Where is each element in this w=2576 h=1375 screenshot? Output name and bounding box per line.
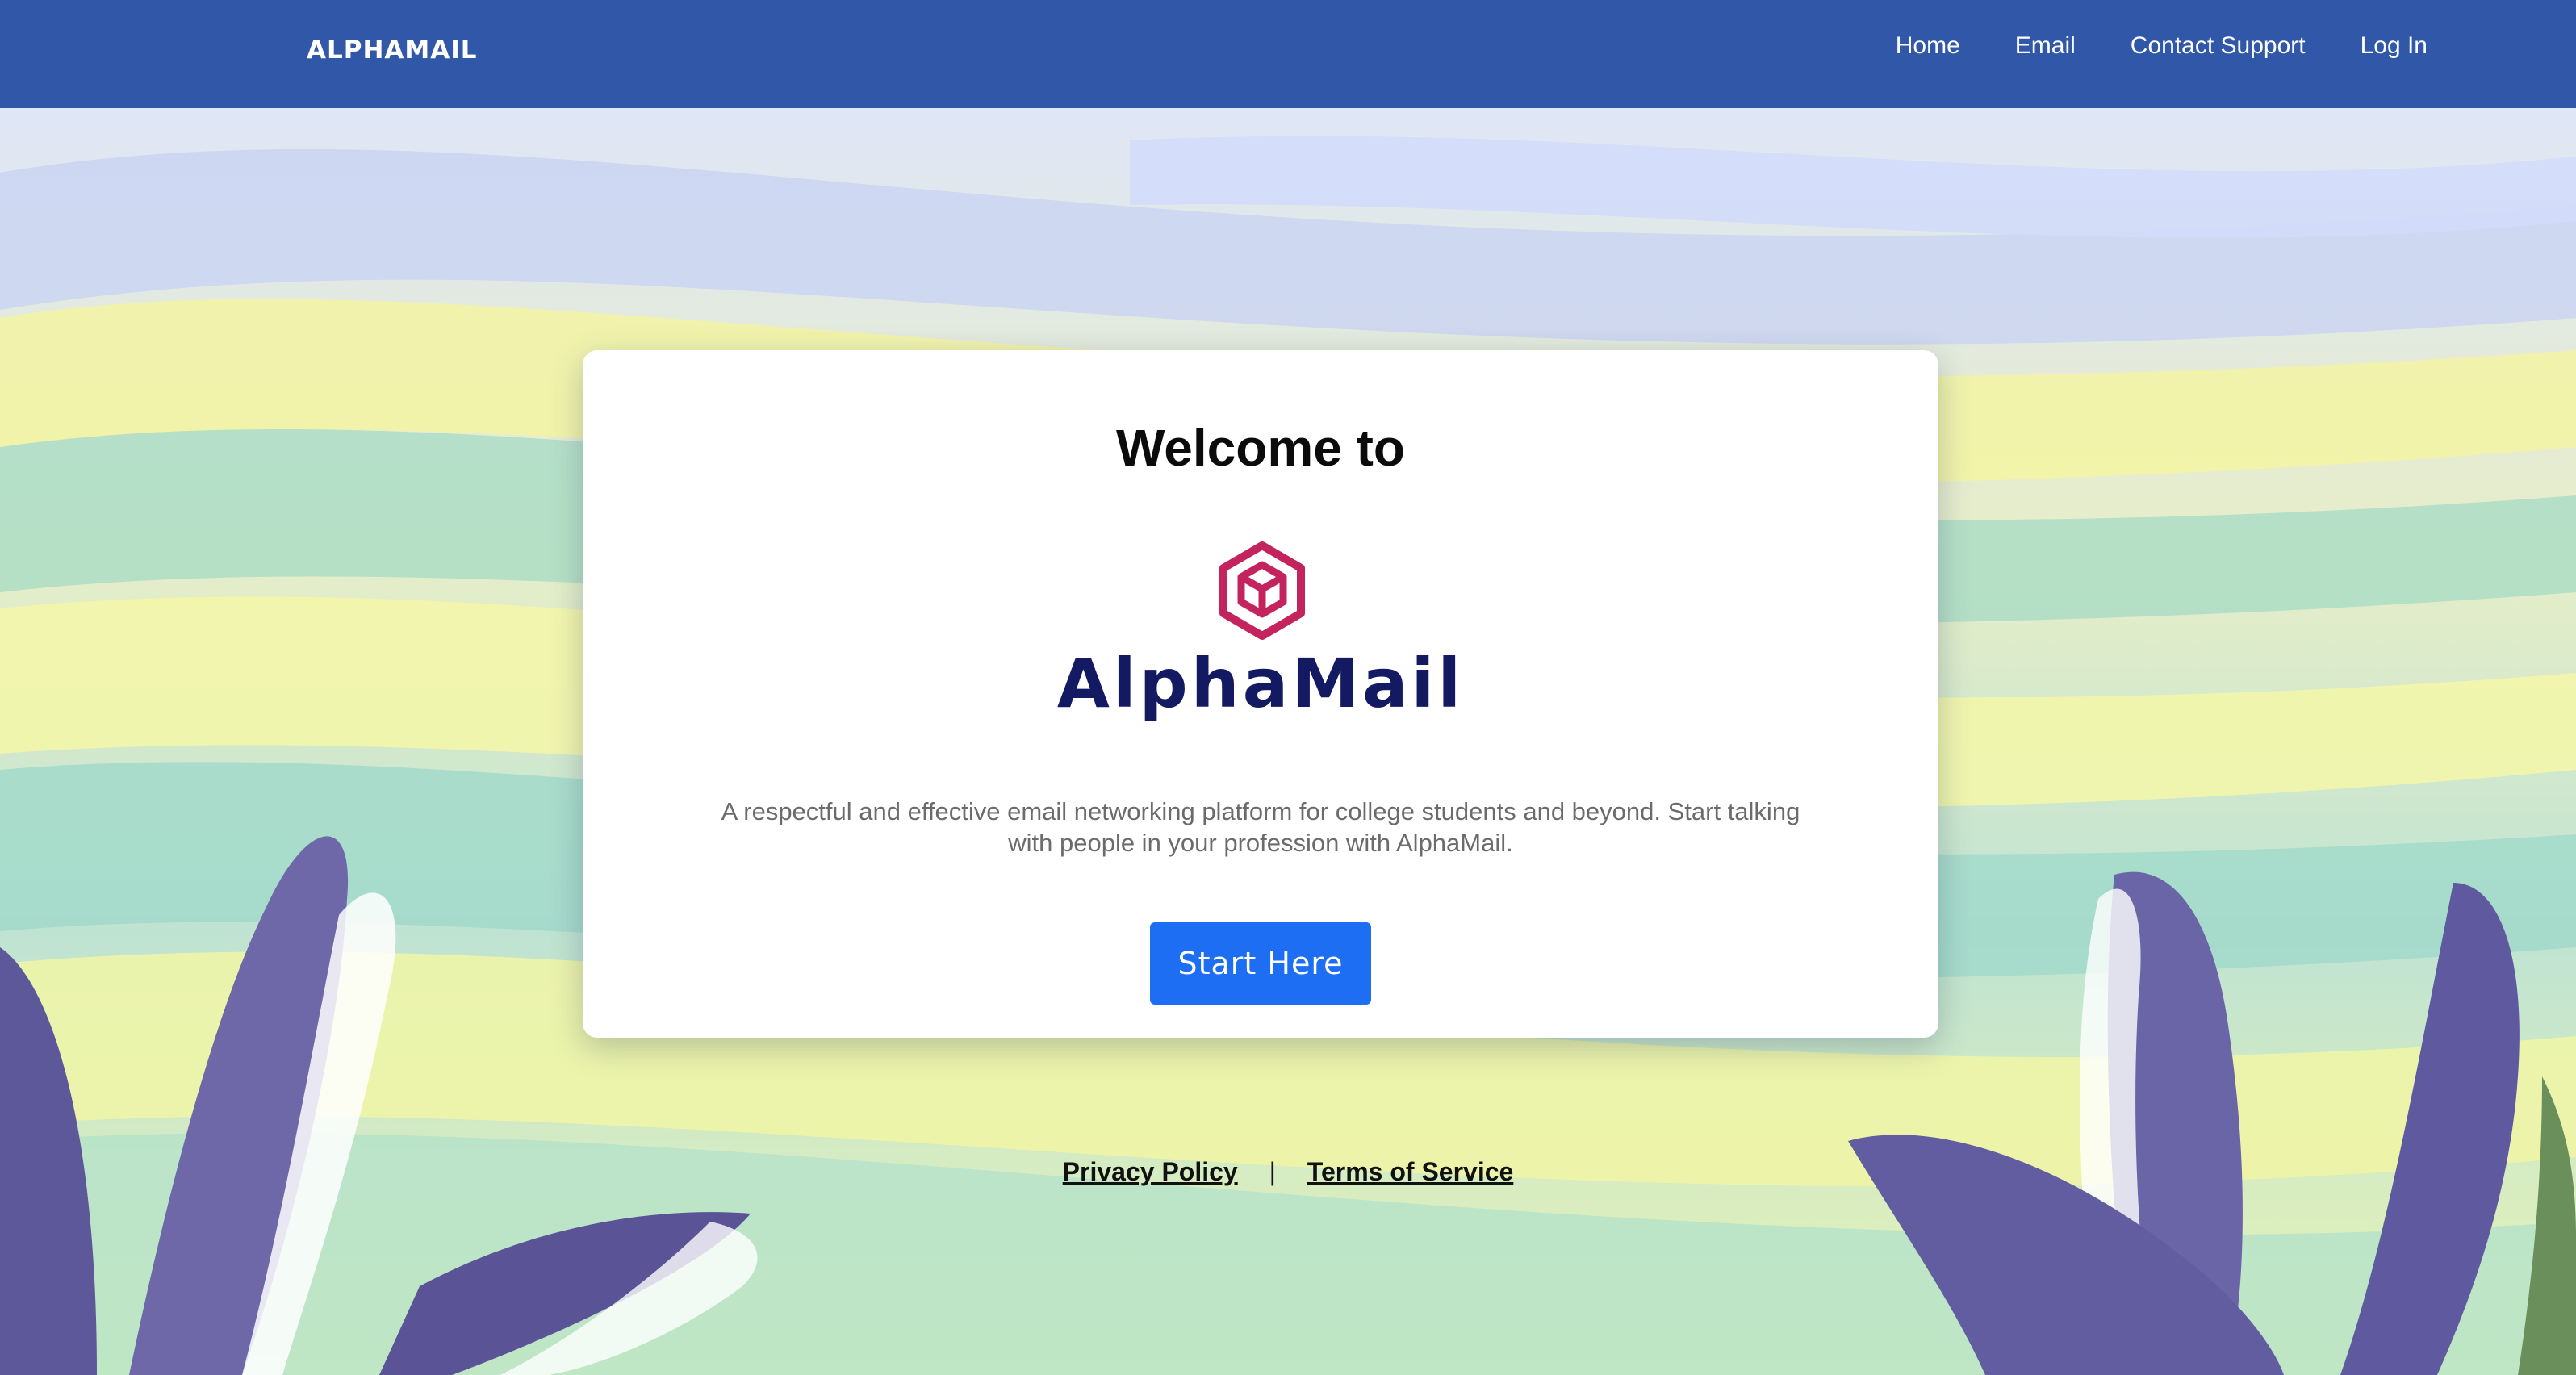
- nav-link-contact-support[interactable]: Contact Support: [2131, 32, 2306, 60]
- footer-links: Privacy Policy | Terms of Service: [0, 1157, 2576, 1187]
- tagline: A respectful and effective email network…: [721, 797, 1800, 857]
- welcome-card: Welcome to AlphaMail A respectful and ef…: [583, 350, 1938, 1038]
- privacy-policy-link[interactable]: Privacy Policy: [1063, 1157, 1238, 1186]
- nav-link-log-in[interactable]: Log In: [2361, 32, 2428, 60]
- welcome-title: Welcome to: [1116, 419, 1405, 477]
- nav-links: Home Email Contact Support Log In: [1896, 32, 2428, 60]
- nav-link-email[interactable]: Email: [2015, 32, 2076, 60]
- top-navbar: ALPHAMAIL Home Email Contact Support Log…: [0, 0, 2576, 108]
- footer-separator: |: [1269, 1157, 1276, 1186]
- terms-of-service-link[interactable]: Terms of Service: [1307, 1157, 1514, 1186]
- alphamail-logo-text: AlphaMail: [1056, 644, 1465, 723]
- brand-logo-text[interactable]: ALPHAMAIL: [307, 36, 478, 65]
- nav-link-home[interactable]: Home: [1896, 32, 1960, 60]
- start-here-button[interactable]: Start Here: [1150, 922, 1371, 1005]
- hexagon-cube-icon: [1217, 541, 1307, 641]
